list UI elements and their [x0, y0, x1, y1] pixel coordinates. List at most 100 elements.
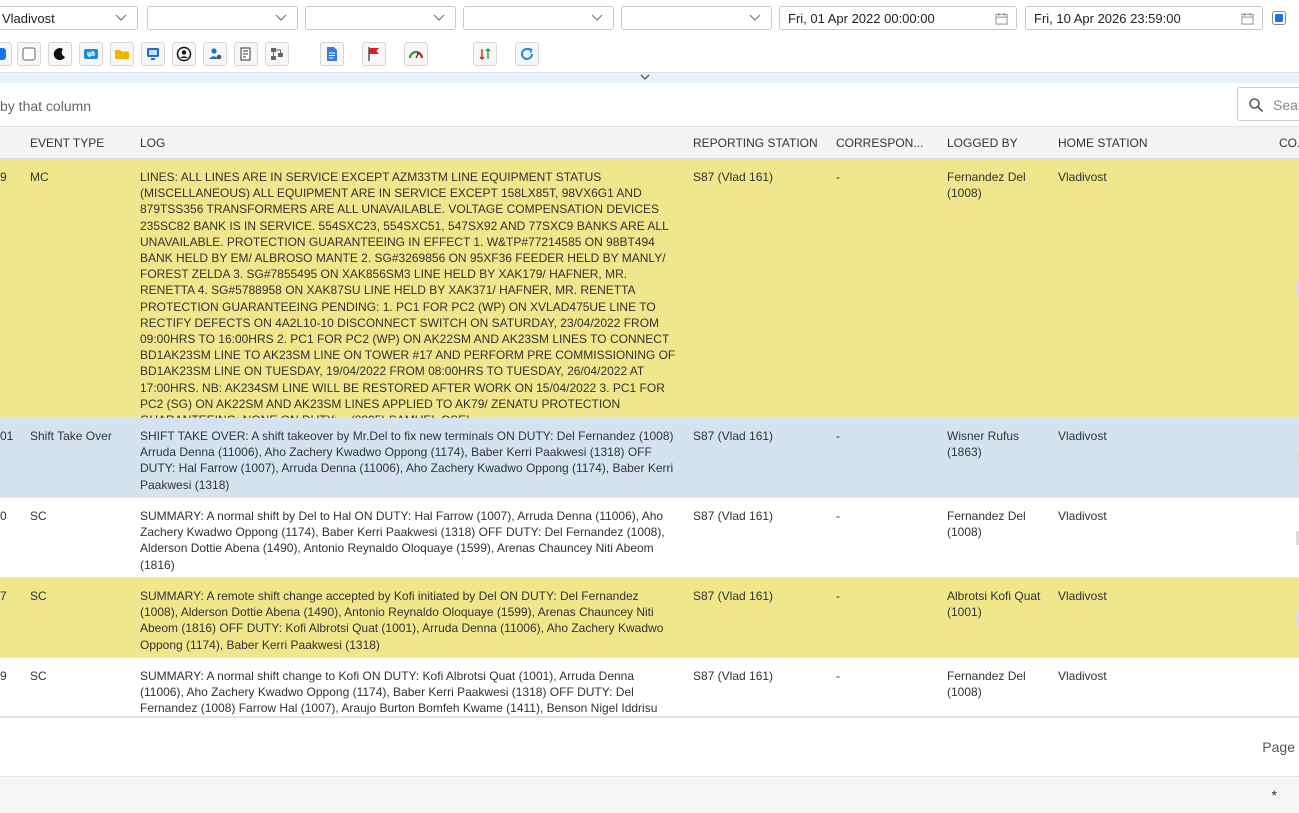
gauge-icon	[408, 50, 424, 59]
table-header: EVENT TYPE LOG REPORTING STATION CORRESP…	[0, 127, 1299, 159]
date-to-value: Fri, 10 Apr 2026 23:59:00	[1034, 11, 1181, 26]
blank-checkbox-button[interactable]	[17, 42, 41, 66]
sort-arrows-icon	[479, 48, 491, 60]
cell-correspondent: -	[836, 429, 840, 443]
cell-logged-by: Wisner Rufus (1863)	[947, 429, 1020, 460]
calendar-icon[interactable]	[995, 12, 1008, 25]
cell-log: SUMMARY: A normal shift change to Kofi O…	[140, 669, 658, 716]
column-header-log[interactable]: LOG	[140, 136, 165, 150]
filter-dropdown-4[interactable]	[463, 6, 614, 30]
cell-id: 0	[0, 509, 7, 523]
cell-id: 9	[0, 170, 7, 184]
document-icon	[327, 47, 337, 61]
cell-event-type: MC	[30, 170, 49, 184]
group-hint: by that column	[0, 98, 92, 114]
cell-home-station: Vladivost	[1058, 170, 1107, 184]
table-row[interactable]: 01 Shift Take Over SHIFT TAKE OVER: A sh…	[0, 418, 1299, 498]
cell-logged-by: Fernandez Del (1008)	[947, 669, 1026, 700]
column-header-extra[interactable]: CO..	[1279, 136, 1299, 150]
monitor-icon	[147, 48, 159, 60]
column-header-correspondent[interactable]: CORRESPON...	[836, 136, 923, 150]
calendar-icon[interactable]	[1241, 12, 1254, 25]
filter-dropdown-5[interactable]	[621, 6, 772, 30]
gauge-button[interactable]	[404, 42, 428, 66]
cell-correspondent: -	[836, 589, 840, 603]
station-dropdown[interactable]: Vladivost	[0, 6, 138, 30]
user-circle-button[interactable]	[172, 42, 196, 66]
table-row[interactable]: 7 SC SUMMARY: A remote shift change acce…	[0, 578, 1299, 658]
cell-id: 9	[0, 669, 7, 683]
cell-log: SHIFT TAKE OVER: A shift takeover by Mr.…	[140, 429, 674, 492]
group-panel: by that column Sear	[0, 84, 1299, 127]
cell-event-type: SC	[30, 589, 47, 603]
cell-logged-by: Fernandez Del (1008)	[947, 509, 1026, 540]
column-header-reporting-station[interactable]: REPORTING STATION	[693, 136, 818, 150]
pager-bar: Page	[0, 717, 1299, 776]
refresh-icon	[521, 47, 533, 60]
cell-event-type: SC	[30, 669, 47, 683]
cell-reporting-station: S87 (Vlad 161)	[693, 170, 774, 184]
cell-reporting-station: S87 (Vlad 161)	[693, 589, 774, 603]
cell-logged-by: Fernandez Del (1008)	[947, 170, 1026, 201]
station-dropdown-value: Vladivost	[2, 11, 55, 26]
cell-correspondent: -	[836, 509, 840, 523]
sort-button[interactable]	[473, 42, 497, 66]
table-row[interactable]: 9 MC LINES: ALL LINES ARE IN SERVICE EXC…	[0, 159, 1299, 427]
square-icon	[22, 47, 36, 61]
status-bar: *	[0, 776, 1299, 813]
toolbar	[0, 42, 1299, 70]
chevron-down-icon	[640, 74, 650, 80]
date-from-input[interactable]: Fri, 01 Apr 2022 00:00:00	[779, 6, 1017, 30]
document-button[interactable]	[320, 42, 344, 66]
report-button[interactable]	[234, 42, 258, 66]
cell-log: SUMMARY: A remote shift change accepted …	[140, 589, 664, 652]
flag-button[interactable]	[362, 42, 386, 66]
page-label: Page	[1262, 739, 1295, 755]
filter-dropdown-2[interactable]	[147, 6, 298, 30]
user-circle-icon	[176, 46, 192, 62]
user-gear-icon	[209, 48, 222, 60]
cell-home-station: Vladivost	[1058, 669, 1107, 683]
transfer-button[interactable]	[79, 42, 103, 66]
cell-event-type: Shift Take Over	[30, 429, 112, 443]
folder-icon	[115, 50, 129, 59]
flag-icon	[368, 47, 379, 61]
cell-id: 01	[0, 429, 14, 443]
filter-dropdown-3[interactable]	[305, 6, 456, 30]
network-button[interactable]	[265, 42, 289, 66]
collapse-toggle[interactable]	[0, 73, 1299, 83]
refresh-button[interactable]	[515, 42, 539, 66]
cell-id: 7	[0, 589, 7, 603]
check-icon	[0, 48, 6, 60]
cell-reporting-station: S87 (Vlad 161)	[693, 429, 774, 443]
folder-button[interactable]	[110, 42, 134, 66]
cell-home-station: Vladivost	[1058, 509, 1107, 523]
search-box[interactable]: Sear	[1237, 87, 1299, 121]
column-header-home-station[interactable]: HOME STATION	[1058, 136, 1148, 150]
chevron-down-icon	[749, 14, 761, 21]
monitor-button[interactable]	[141, 42, 165, 66]
cell-reporting-station: S87 (Vlad 161)	[693, 669, 774, 683]
date-to-input[interactable]: Fri, 10 Apr 2026 23:59:00	[1025, 6, 1263, 30]
cell-correspondent: -	[836, 170, 840, 184]
search-icon	[1249, 98, 1264, 113]
table-row[interactable]: 0 SC SUMMARY: A normal shift by Del to H…	[0, 498, 1299, 578]
date-from-value: Fri, 01 Apr 2022 00:00:00	[788, 11, 935, 26]
chevron-down-icon	[115, 14, 127, 21]
cell-reporting-station: S87 (Vlad 161)	[693, 509, 774, 523]
column-header-logged-by[interactable]: LOGGED BY	[947, 136, 1018, 150]
toggle-button[interactable]	[0, 42, 12, 66]
cell-home-station: Vladivost	[1058, 589, 1107, 603]
cell-correspondent: -	[836, 669, 840, 683]
network-icon	[271, 48, 283, 60]
table-row[interactable]: 9 SC SUMMARY: A normal shift change to K…	[0, 658, 1299, 717]
cell-home-station: Vladivost	[1058, 429, 1107, 443]
report-icon	[240, 47, 251, 61]
filter-checkbox[interactable]	[1272, 11, 1286, 25]
user-settings-button[interactable]	[203, 42, 227, 66]
cell-log: LINES: ALL LINES ARE IN SERVICE EXCEPT A…	[140, 170, 676, 427]
moon-icon	[53, 48, 65, 61]
search-placeholder: Sear	[1273, 97, 1299, 113]
night-mode-button[interactable]	[48, 42, 72, 66]
column-header-event-type[interactable]: EVENT TYPE	[30, 136, 104, 150]
